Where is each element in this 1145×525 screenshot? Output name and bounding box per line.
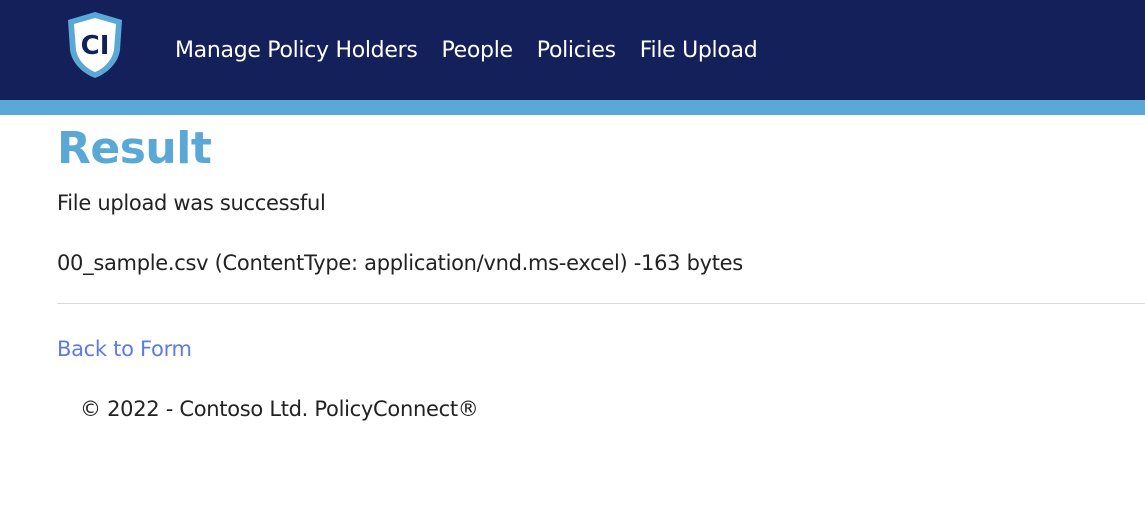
file-info: 00_sample.csv (ContentType: application/… xyxy=(57,251,743,275)
success-message: File upload was successful xyxy=(57,191,326,215)
divider xyxy=(57,303,1145,304)
back-to-form-link[interactable]: Back to Form xyxy=(57,337,192,361)
nav-policies[interactable]: Policies xyxy=(537,38,616,63)
logo-text: CI xyxy=(81,31,110,61)
page-title: Result xyxy=(57,123,212,174)
nav-manage-policy-holders[interactable]: Manage Policy Holders xyxy=(175,38,418,63)
nav-file-upload[interactable]: File Upload xyxy=(640,38,758,63)
accent-strip xyxy=(0,100,1145,115)
top-navbar: CI Manage Policy Holders People Policies… xyxy=(0,0,1145,100)
main-nav: Manage Policy Holders People Policies Fi… xyxy=(175,0,781,100)
shield-logo-icon[interactable]: CI xyxy=(64,10,126,80)
footer-copyright: © 2022 - Contoso Ltd. PolicyConnect® xyxy=(80,397,479,421)
nav-people[interactable]: People xyxy=(441,38,513,63)
